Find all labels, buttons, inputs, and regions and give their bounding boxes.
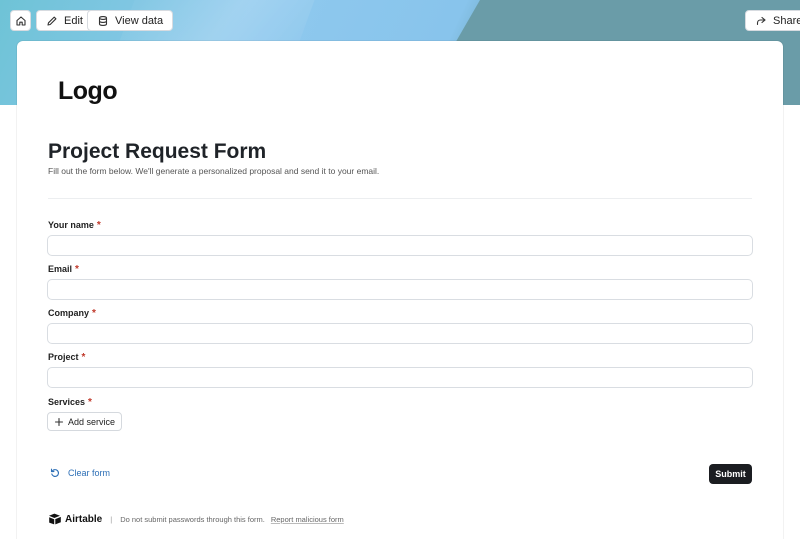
airtable-logo-icon	[49, 513, 61, 525]
field-label-text: Company	[48, 308, 90, 318]
edit-button[interactable]: Edit	[36, 10, 93, 31]
add-service-button[interactable]: Add service	[47, 412, 123, 431]
plus-icon	[54, 417, 64, 426]
footer-notice: Do not submit passwords through this for…	[120, 514, 265, 524]
home-icon	[15, 15, 26, 26]
field-label-project: Project *	[48, 352, 85, 363]
database-icon	[98, 15, 108, 26]
view-data-button[interactable]: View data	[87, 10, 174, 31]
field-label-text: Email	[48, 264, 73, 274]
form-footer: Airtable | Do not submit passwords throu…	[48, 513, 344, 525]
email-input[interactable]	[47, 279, 753, 300]
form-description: Fill out the form below. We'll generate …	[48, 166, 380, 176]
view-data-button-label: View data	[115, 14, 164, 27]
required-marker: *	[92, 308, 96, 319]
clear-form-label: Clear form	[68, 468, 111, 478]
report-malicious-form-link[interactable]: Report malicious form	[271, 515, 344, 524]
airtable-brand-label: Airtable	[65, 513, 103, 525]
form-title: Project Request Form	[48, 140, 267, 163]
company-input[interactable]	[47, 323, 753, 344]
required-marker: *	[81, 352, 86, 363]
clear-form-button[interactable]: Clear form	[50, 468, 110, 478]
field-label-text: Project	[48, 352, 79, 362]
form-divider	[48, 198, 752, 199]
footer-separator: |	[110, 514, 113, 524]
airtable-brand[interactable]: Airtable	[48, 513, 102, 525]
share-button[interactable]: Share	[745, 10, 800, 31]
share-icon	[756, 16, 766, 25]
form-logo: Logo	[58, 77, 118, 105]
submit-button[interactable]: Submit	[709, 464, 752, 484]
required-marker: *	[75, 264, 79, 275]
required-marker: *	[96, 220, 101, 231]
pencil-icon	[47, 16, 57, 26]
edit-button-label: Edit	[64, 14, 83, 27]
required-marker: *	[88, 397, 92, 408]
your-name-input[interactable]	[47, 235, 753, 256]
field-label-company: Company *	[48, 308, 96, 319]
undo-icon	[50, 468, 59, 477]
field-label-your-name: Your name *	[48, 220, 101, 231]
add-service-label: Add service	[68, 416, 116, 427]
field-label-services: Services *	[48, 397, 92, 408]
home-button[interactable]	[10, 10, 31, 31]
share-button-label: Share	[773, 14, 800, 27]
field-label-text: Services	[48, 397, 86, 407]
field-label-text: Your name	[48, 220, 94, 230]
field-label-email: Email *	[48, 264, 79, 275]
project-input[interactable]	[47, 367, 753, 388]
